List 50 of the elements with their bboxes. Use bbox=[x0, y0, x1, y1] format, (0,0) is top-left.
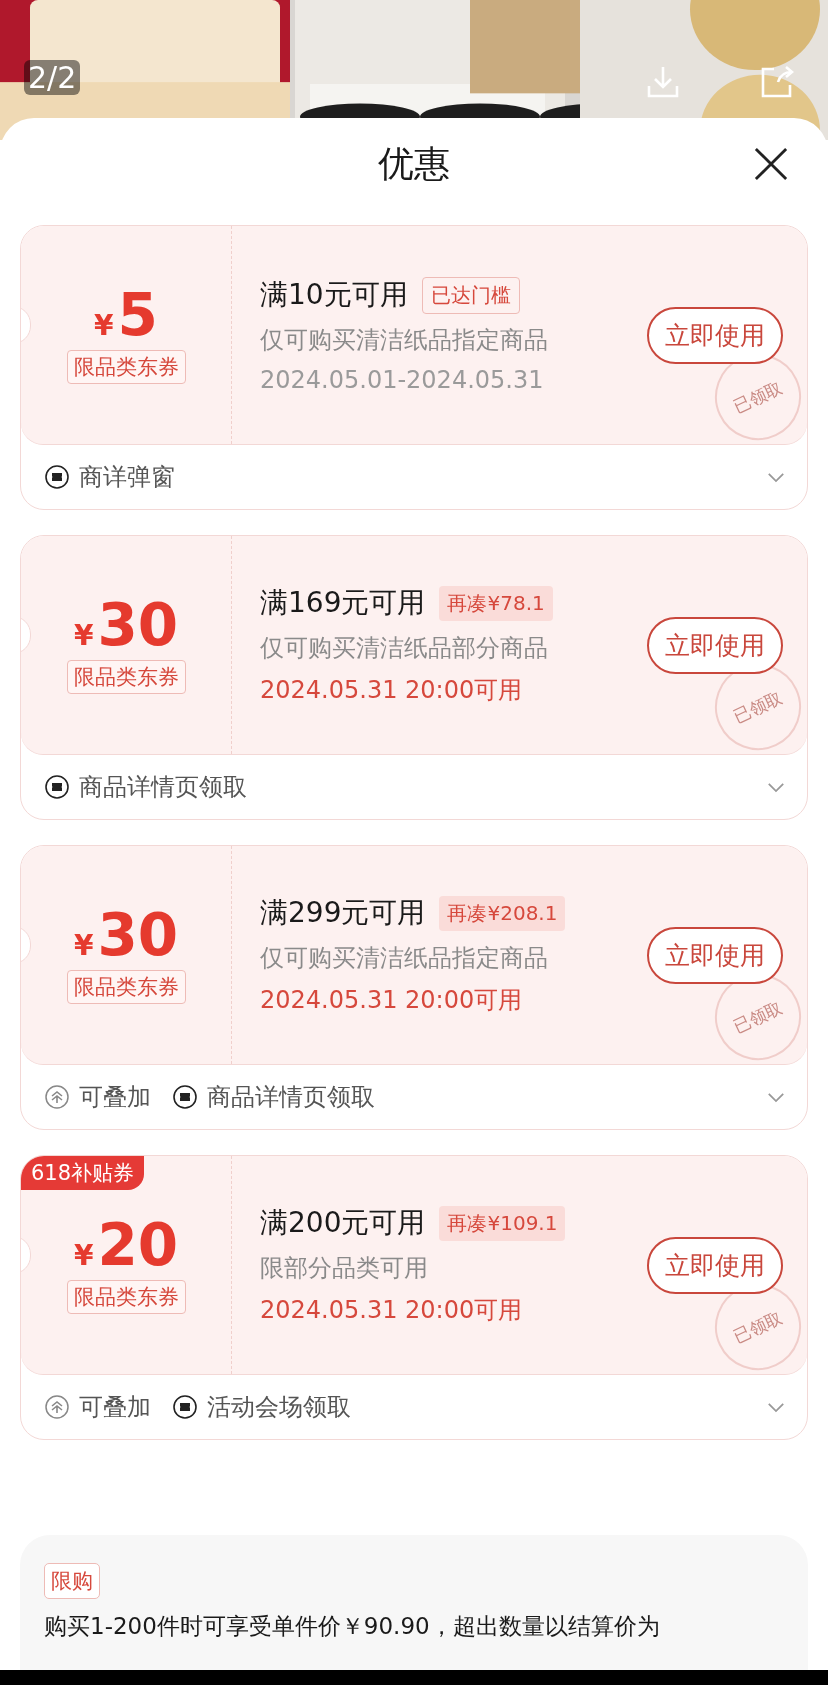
ticket-icon bbox=[45, 775, 69, 799]
chevron-icon[interactable] bbox=[767, 781, 785, 793]
limit-tag: 限购 bbox=[44, 1563, 100, 1599]
chevron-icon[interactable] bbox=[767, 471, 785, 483]
threshold-tag: 再凑¥78.1 bbox=[439, 585, 553, 621]
page-counter: 2/2 bbox=[24, 60, 81, 95]
subsidy-badge: 618补贴券 bbox=[21, 1156, 145, 1190]
source-label: 商品详情页领取 bbox=[79, 772, 247, 803]
coupon-amount: ¥5 bbox=[94, 286, 158, 344]
coupon-description: 仅可购买清洁纸品指定商品 bbox=[260, 943, 549, 974]
source-label: 商品详情页领取 bbox=[207, 1082, 375, 1113]
coupon-description: 仅可购买清洁纸品指定商品 bbox=[260, 325, 549, 356]
stack-icon bbox=[45, 1085, 69, 1109]
ticket-icon bbox=[173, 1395, 197, 1419]
coupon-validity: 2024.05.31 20:00可用 bbox=[260, 675, 524, 706]
coupon-scope-label: 限品类东券 bbox=[66, 1280, 186, 1314]
source-label: 可叠加 bbox=[79, 1082, 151, 1113]
use-now-button[interactable]: 立即使用 bbox=[647, 1236, 783, 1294]
coupon-scope-label: 限品类东券 bbox=[66, 350, 186, 384]
ticket-icon bbox=[45, 465, 69, 489]
coupon-scope-label: 限品类东券 bbox=[66, 970, 186, 1004]
ticket-icon bbox=[173, 1085, 197, 1109]
source-label: 活动会场领取 bbox=[207, 1392, 351, 1423]
threshold-tag: 再凑¥208.1 bbox=[439, 895, 566, 931]
sheet-title: 优惠 bbox=[378, 141, 450, 186]
coupon-scope-label: 限品类东券 bbox=[66, 660, 186, 694]
coupon-amount: ¥20 bbox=[73, 1216, 179, 1274]
coupon-description: 仅可购买清洁纸品部分商品 bbox=[260, 633, 549, 664]
coupon-description: 限部分品类可用 bbox=[260, 1253, 429, 1284]
coupon-amount: ¥30 bbox=[73, 906, 179, 964]
coupon-validity: 2024.05.31 20:00可用 bbox=[260, 985, 524, 1016]
threshold-tag: 再凑¥109.1 bbox=[439, 1205, 566, 1241]
coupon-condition: 满200元可用 bbox=[260, 1205, 426, 1241]
stack-icon bbox=[45, 1395, 69, 1419]
coupon-validity: 2024.05.31 20:00可用 bbox=[260, 1295, 524, 1326]
chevron-icon[interactable] bbox=[767, 1091, 785, 1103]
use-now-button[interactable]: 立即使用 bbox=[647, 926, 783, 984]
close-icon[interactable] bbox=[754, 147, 788, 181]
use-now-button[interactable]: 立即使用 bbox=[647, 306, 783, 364]
coupon-condition: 满299元可用 bbox=[260, 895, 426, 931]
source-label: 商详弹窗 bbox=[79, 462, 175, 493]
source-label: 可叠加 bbox=[79, 1392, 151, 1423]
coupon-amount: ¥30 bbox=[73, 596, 179, 654]
threshold-tag: 已达门槛 bbox=[421, 276, 520, 314]
coupon-validity: 2024.05.01-2024.05.31 bbox=[260, 366, 545, 394]
use-now-button[interactable]: 立即使用 bbox=[647, 616, 783, 674]
chevron-icon[interactable] bbox=[767, 1401, 785, 1413]
coupon-condition: 满169元可用 bbox=[260, 585, 426, 621]
coupon-condition: 满10元可用 bbox=[260, 277, 408, 313]
limit-description: 购买1-200件时可享受单件价￥90.90，超出数量以结算价为 bbox=[44, 1612, 660, 1641]
